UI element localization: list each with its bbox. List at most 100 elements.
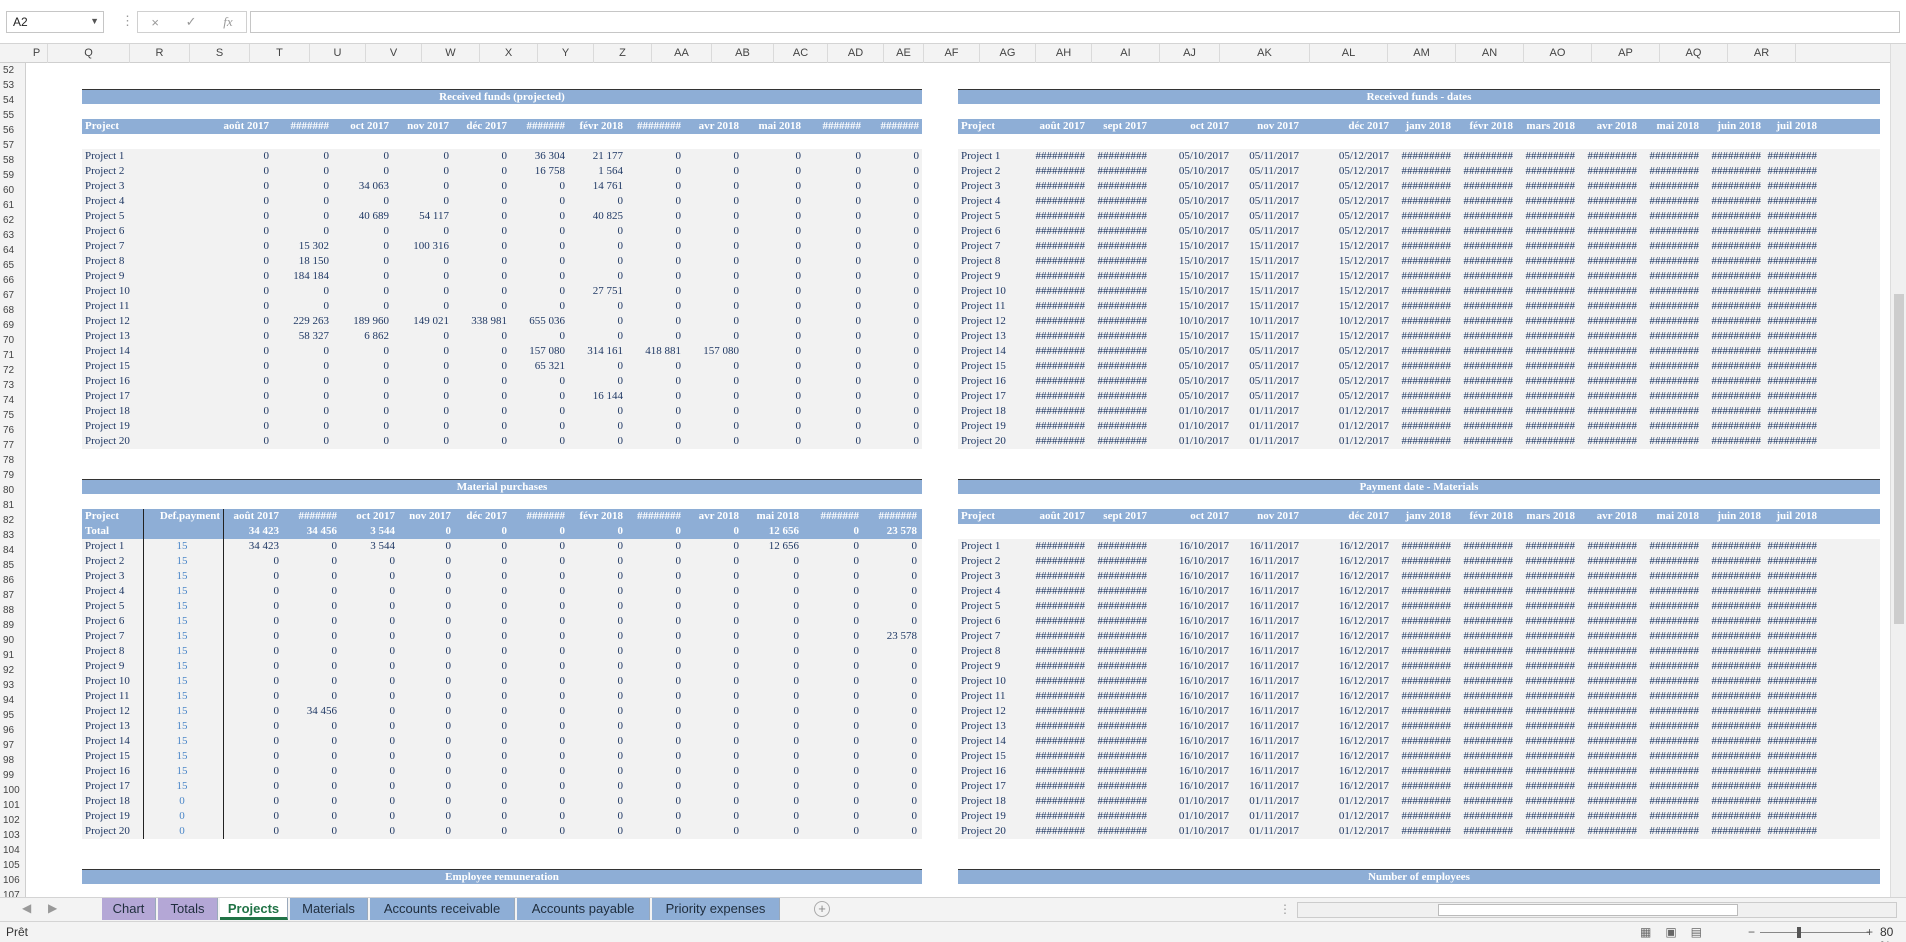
cell[interactable]: 0 — [742, 434, 804, 449]
cell[interactable]: 34 423 — [224, 524, 282, 539]
cell[interactable]: ######### — [1018, 314, 1088, 329]
cell[interactable]: déc 2017 — [1302, 509, 1392, 524]
cell[interactable]: ######### — [1578, 659, 1640, 674]
cell[interactable]: ######### — [1088, 314, 1150, 329]
cell[interactable]: ######### — [1702, 809, 1764, 824]
cell[interactable]: 0 — [454, 809, 510, 824]
cell[interactable]: 0 — [398, 734, 454, 749]
cell[interactable]: 0 — [452, 149, 510, 164]
cell[interactable]: 16/12/2017 — [1302, 569, 1392, 584]
cell[interactable]: 0 — [684, 374, 742, 389]
cell[interactable]: 0 — [742, 719, 802, 734]
cell[interactable]: 0 — [862, 794, 920, 809]
cell[interactable]: ######### — [1088, 329, 1150, 344]
cell[interactable]: 0 — [864, 149, 922, 164]
cell[interactable]: Project 19 — [82, 419, 202, 434]
cell[interactable]: 0 — [272, 374, 332, 389]
cell[interactable]: ######### — [1018, 209, 1088, 224]
cell[interactable]: 0 — [272, 209, 332, 224]
cell[interactable]: 01/11/2017 — [1232, 824, 1302, 839]
cell[interactable]: ######### — [1702, 179, 1764, 194]
cell[interactable]: 0 — [340, 749, 398, 764]
row-header[interactable]: 93 — [0, 678, 24, 693]
cell[interactable]: 0 — [684, 254, 742, 269]
cell[interactable]: ######### — [1516, 224, 1578, 239]
cell[interactable]: 01/10/2017 — [1150, 404, 1232, 419]
cell[interactable]: ######### — [1640, 749, 1702, 764]
cell[interactable]: 05/11/2017 — [1232, 374, 1302, 389]
cell[interactable]: 0 — [282, 794, 340, 809]
cell[interactable]: 0 — [862, 674, 920, 689]
cell[interactable]: 0 — [742, 779, 802, 794]
cell[interactable]: ####### — [510, 119, 568, 134]
cell[interactable]: ######### — [1516, 734, 1578, 749]
cell[interactable]: avr 2018 — [684, 509, 742, 524]
cell[interactable]: 0 — [282, 674, 340, 689]
cell[interactable]: 0 — [626, 764, 684, 779]
row-header[interactable]: 68 — [0, 303, 24, 318]
cell[interactable]: 0 — [398, 644, 454, 659]
cell[interactable]: 05/11/2017 — [1232, 194, 1302, 209]
cell[interactable]: 0 — [684, 299, 742, 314]
cell[interactable]: nov 2017 — [1232, 119, 1302, 134]
cell[interactable]: 15 — [144, 719, 224, 734]
cell[interactable]: ######### — [1516, 329, 1578, 344]
cell[interactable]: ######### — [1516, 539, 1578, 554]
cell[interactable]: 0 — [392, 389, 452, 404]
cell[interactable]: 0 — [862, 779, 920, 794]
cell[interactable]: ######### — [1088, 629, 1150, 644]
cell[interactable]: Project 16 — [82, 764, 144, 779]
cell[interactable]: 0 — [392, 284, 452, 299]
cell[interactable]: 0 — [510, 584, 568, 599]
cell[interactable]: 0 — [224, 659, 282, 674]
cell[interactable]: ####### — [862, 509, 920, 524]
cell[interactable]: 0 — [454, 539, 510, 554]
cell[interactable]: ######### — [1454, 539, 1516, 554]
cell[interactable]: 0 — [398, 584, 454, 599]
cell[interactable]: Project — [82, 509, 144, 524]
cell[interactable]: 149 021 — [392, 314, 452, 329]
cell[interactable]: 0 — [452, 374, 510, 389]
cell[interactable]: 0 — [224, 689, 282, 704]
cell[interactable]: ######### — [1702, 794, 1764, 809]
cell[interactable]: 0 — [282, 824, 340, 839]
cell[interactable]: ######### — [1392, 404, 1454, 419]
cell[interactable]: ######### — [1392, 224, 1454, 239]
cell[interactable]: 15/10/2017 — [1150, 254, 1232, 269]
cell[interactable]: Project 1 — [82, 149, 202, 164]
cell[interactable]: ######### — [1702, 569, 1764, 584]
cell[interactable]: ######### — [1454, 794, 1516, 809]
cell[interactable]: 34 063 — [332, 179, 392, 194]
cell[interactable]: 01/12/2017 — [1302, 434, 1392, 449]
cell[interactable]: 0 — [864, 284, 922, 299]
cell[interactable]: 0 — [684, 584, 742, 599]
cell[interactable]: ######### — [1578, 779, 1640, 794]
cell[interactable]: 0 — [742, 659, 802, 674]
cell[interactable]: 0 — [452, 404, 510, 419]
cell[interactable]: 0 — [452, 224, 510, 239]
cell[interactable]: 0 — [742, 359, 804, 374]
cell[interactable]: 0 — [802, 599, 862, 614]
cell[interactable]: ######### — [1764, 659, 1820, 674]
cell[interactable]: 0 — [804, 434, 864, 449]
cell[interactable]: sept 2017 — [1088, 509, 1150, 524]
cell[interactable]: ######### — [1764, 764, 1820, 779]
cell[interactable]: ######### — [1454, 614, 1516, 629]
cell[interactable]: 0 — [684, 284, 742, 299]
cell[interactable]: Project 7 — [958, 629, 1018, 644]
cell[interactable]: 0 — [398, 794, 454, 809]
cell[interactable]: 0 — [510, 689, 568, 704]
cell[interactable]: 0 — [202, 284, 272, 299]
cell[interactable]: Project 19 — [82, 809, 144, 824]
cell[interactable]: 0 — [510, 224, 568, 239]
cell[interactable]: ######### — [1640, 599, 1702, 614]
cell[interactable]: Project 11 — [82, 689, 144, 704]
cell[interactable]: ######### — [1516, 314, 1578, 329]
cell[interactable]: ######### — [1392, 704, 1454, 719]
cell[interactable]: ######### — [1516, 419, 1578, 434]
cell[interactable]: 0 — [568, 554, 626, 569]
cell[interactable]: 0 — [340, 569, 398, 584]
cell[interactable]: 16/12/2017 — [1302, 779, 1392, 794]
cell[interactable]: 0 — [626, 779, 684, 794]
cell[interactable]: 0 — [802, 569, 862, 584]
